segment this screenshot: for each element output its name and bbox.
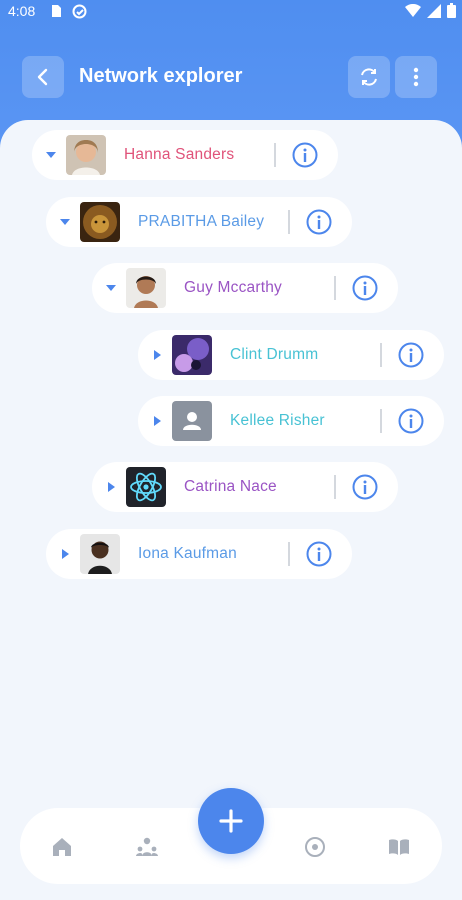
lion-image-avatar — [80, 202, 120, 242]
info-icon[interactable] — [306, 209, 332, 235]
react-logo-avatar — [126, 467, 166, 507]
sim-card-icon — [52, 5, 61, 17]
avatar — [172, 401, 212, 441]
purple-image-avatar — [172, 335, 212, 375]
status-bar: 4:08 — [0, 0, 462, 24]
avatar — [80, 534, 120, 574]
signal-icon — [427, 3, 441, 18]
avatar — [66, 135, 106, 175]
divider — [380, 343, 382, 367]
chevron-left-icon — [37, 68, 48, 86]
wifi-icon — [405, 4, 421, 17]
book-icon[interactable] — [387, 835, 411, 859]
tree-node[interactable]: Hanna Sanders — [32, 130, 338, 180]
divider — [274, 143, 276, 167]
avatar — [172, 335, 212, 375]
divider — [380, 409, 382, 433]
node-name: Iona Kaufman — [138, 545, 237, 562]
tree-node[interactable]: Clint Drumm — [138, 330, 444, 380]
refresh-button[interactable] — [348, 56, 390, 98]
expand-arrow-down-icon[interactable] — [106, 283, 116, 293]
info-icon[interactable] — [398, 342, 424, 368]
expand-arrow-down-icon[interactable] — [60, 217, 70, 227]
expand-arrow-down-icon[interactable] — [46, 150, 56, 160]
info-icon[interactable] — [398, 408, 424, 434]
tree-node[interactable]: Iona Kaufman — [46, 529, 352, 579]
placeholder-person-avatar — [172, 401, 212, 441]
sync-status-icon — [72, 4, 87, 19]
divider — [334, 276, 336, 300]
refresh-icon — [361, 68, 377, 86]
status-time: 4:08 — [8, 3, 36, 19]
node-name: PRABITHA Bailey — [138, 213, 265, 230]
divider — [288, 542, 290, 566]
avatar — [126, 467, 166, 507]
info-icon[interactable] — [306, 541, 332, 567]
node-name: Catrina Nace — [184, 478, 277, 495]
photo-man-avatar — [80, 534, 120, 574]
target-icon[interactable] — [303, 835, 327, 859]
tree-node[interactable]: Catrina Nace — [92, 462, 398, 512]
battery-icon — [447, 3, 456, 18]
divider — [288, 210, 290, 234]
divider — [334, 475, 336, 499]
home-icon[interactable] — [50, 835, 74, 859]
tree-node[interactable]: Kellee Risher — [138, 396, 444, 446]
node-name: Clint Drumm — [230, 346, 319, 363]
tree-node[interactable]: Guy Mccarthy — [92, 263, 398, 313]
photo-woman-avatar — [66, 135, 106, 175]
expand-arrow-right-icon[interactable] — [152, 350, 162, 360]
info-icon[interactable] — [292, 142, 318, 168]
add-button[interactable] — [198, 788, 264, 854]
avatar — [80, 202, 120, 242]
more-vertical-icon — [413, 67, 419, 87]
plus-icon — [219, 809, 243, 833]
info-icon[interactable] — [352, 474, 378, 500]
page-title: Network explorer — [79, 65, 243, 87]
more-options-button[interactable] — [395, 56, 437, 98]
top-app-bar: Network explorer — [0, 56, 462, 102]
expand-arrow-right-icon[interactable] — [152, 416, 162, 426]
network-icon[interactable] — [135, 835, 159, 859]
node-name: Kellee Risher — [230, 412, 325, 429]
info-icon[interactable] — [352, 275, 378, 301]
node-name: Guy Mccarthy — [184, 279, 283, 296]
back-button[interactable] — [22, 56, 64, 98]
photo-woman-2-avatar — [126, 268, 166, 308]
node-name: Hanna Sanders — [124, 146, 235, 163]
expand-arrow-right-icon[interactable] — [106, 482, 116, 492]
avatar — [126, 268, 166, 308]
expand-arrow-right-icon[interactable] — [60, 549, 70, 559]
tree-node[interactable]: PRABITHA Bailey — [46, 197, 352, 247]
